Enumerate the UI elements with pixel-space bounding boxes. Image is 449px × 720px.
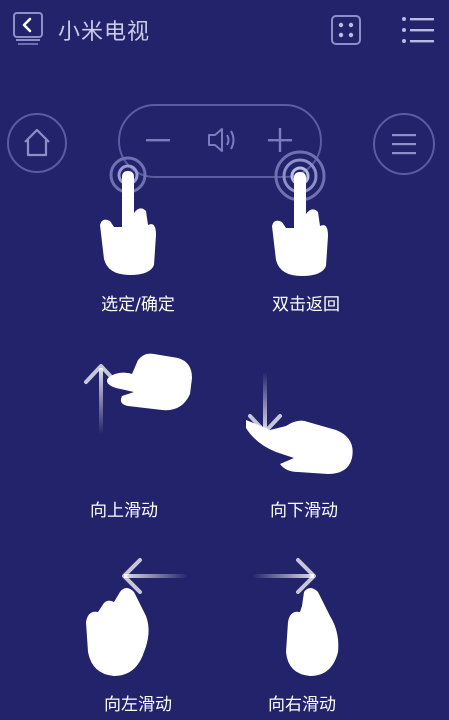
swipe-down-gesture-illustration bbox=[236, 368, 360, 480]
swipe-left-gesture-illustration bbox=[80, 552, 192, 682]
swipe-right-gesture-illustration bbox=[248, 552, 360, 682]
swipe-down-icon bbox=[246, 372, 353, 474]
swipe-left-icon bbox=[86, 558, 188, 676]
minus-icon bbox=[146, 139, 170, 142]
gesture-label: 向右滑动 bbox=[268, 695, 336, 715]
gesture-label: 向左滑动 bbox=[104, 695, 172, 715]
hamburger-icon bbox=[373, 113, 435, 175]
speaker-icon bbox=[208, 128, 235, 152]
gesture-label: 选定/确定 bbox=[101, 295, 175, 315]
back-arrow-icon bbox=[13, 12, 43, 45]
list-button[interactable] bbox=[372, 112, 436, 176]
back-button[interactable] bbox=[10, 10, 46, 48]
gesture-label: 向上滑动 bbox=[90, 501, 158, 521]
dice-button[interactable] bbox=[330, 14, 362, 46]
volume-down-button[interactable] bbox=[140, 122, 176, 158]
home-icon bbox=[7, 113, 67, 173]
tap-hand-icon bbox=[100, 156, 156, 275]
dice-icon bbox=[331, 15, 361, 45]
list-menu-icon bbox=[402, 17, 434, 43]
volume-speaker bbox=[203, 122, 241, 158]
swipe-right-icon bbox=[252, 558, 339, 676]
menu-button[interactable] bbox=[400, 14, 436, 46]
double-tap-hand-icon bbox=[272, 150, 328, 276]
swipe-up-gesture-illustration bbox=[78, 348, 198, 438]
page-title: 小米电视 bbox=[58, 20, 151, 45]
gesture-label: 向下滑动 bbox=[270, 501, 338, 521]
gesture-label: 双击返回 bbox=[272, 295, 340, 315]
home-button[interactable] bbox=[6, 112, 68, 174]
swipe-up-icon bbox=[84, 353, 192, 434]
tap-gesture-illustration bbox=[90, 155, 170, 280]
double-tap-gesture-illustration bbox=[262, 150, 342, 280]
